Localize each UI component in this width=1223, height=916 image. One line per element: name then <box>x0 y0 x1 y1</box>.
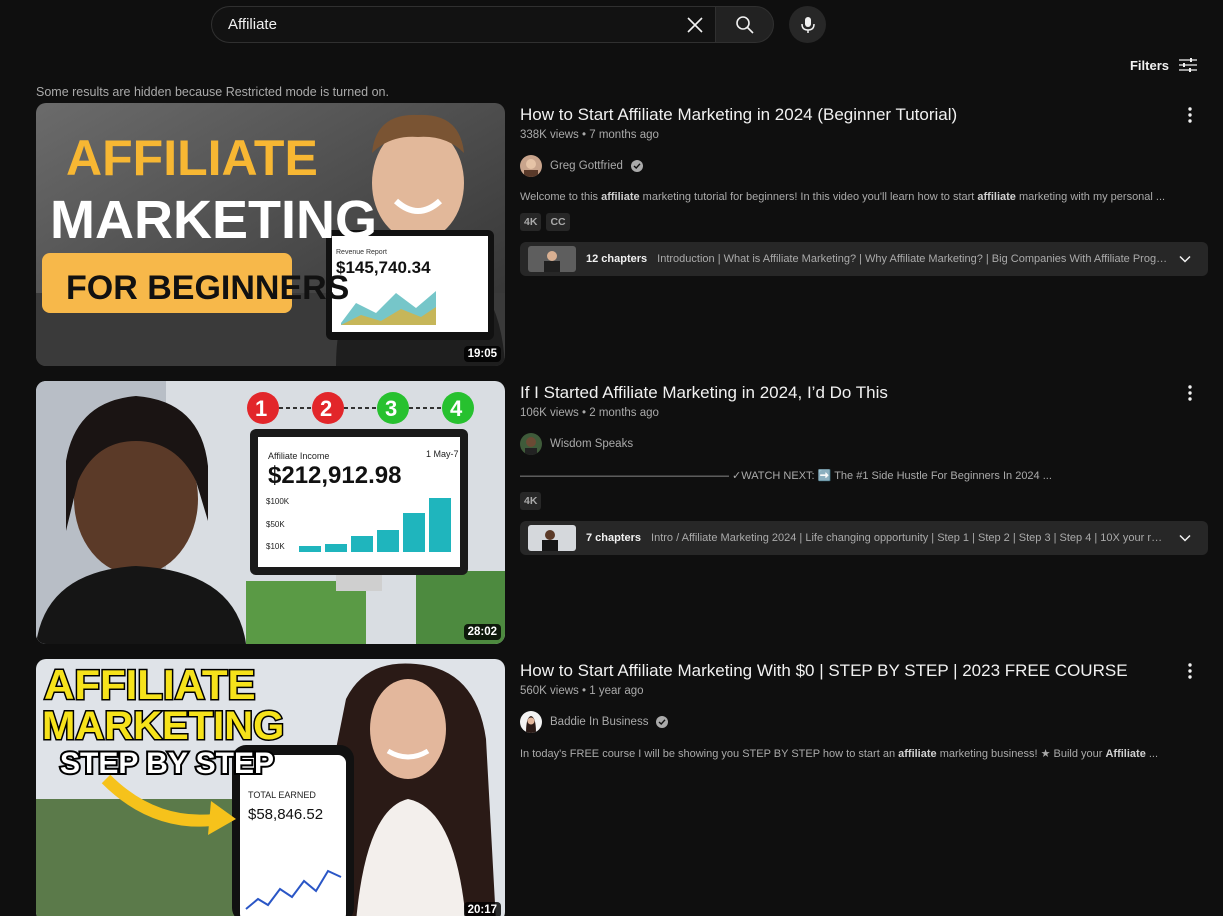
video-result[interactable]: Revenue Report $145,740.34 AFFILIATE MAR… <box>36 103 1208 367</box>
step-2: 2 <box>320 396 332 421</box>
thumb-line2: MARKETING <box>50 190 377 250</box>
search-box[interactable] <box>211 6 715 43</box>
video-description: Welcome to this affiliate marketing tuto… <box>520 191 1166 203</box>
thumb-line1: AFFILIATE <box>44 661 256 708</box>
thumb-line2: MARKETING <box>42 704 284 748</box>
step-4: 4 <box>450 396 463 421</box>
badge-cc: CC <box>546 213 570 231</box>
chapters-bar[interactable]: 7 chapters Intro / Affiliate Marketing 2… <box>520 521 1208 555</box>
phone-value: $58,846.52 <box>248 806 323 823</box>
search-button[interactable] <box>715 6 774 43</box>
verified-icon <box>630 160 643 172</box>
voice-search-button[interactable] <box>789 6 826 43</box>
channel-row[interactable]: Wisdom Speaks <box>520 433 1208 455</box>
axis-label: $50K <box>266 520 285 529</box>
video-thumbnail[interactable]: 1 2 3 4 Affiliate Income 1 May-7 $212,91… <box>36 381 505 644</box>
video-title[interactable]: How to Start Affiliate Marketing With $0… <box>520 659 1208 683</box>
video-result[interactable]: TOTAL EARNED $58,846.52 AFFILIATE MARKET… <box>36 659 1208 916</box>
search-icon <box>735 15 754 34</box>
thumb-line1: AFFILIATE <box>66 130 318 186</box>
more-vert-icon <box>1188 385 1192 401</box>
channel-row[interactable]: Baddie In Business <box>520 711 1208 733</box>
channel-name[interactable]: Wisdom Speaks <box>550 438 633 450</box>
badge-4k: 4K <box>520 492 542 510</box>
chapter-thumbnail <box>528 525 576 551</box>
clear-search-button[interactable] <box>681 11 709 39</box>
axis-label: $10K <box>266 542 285 551</box>
thumbnail-art: 1 2 3 4 Affiliate Income 1 May-7 $212,91… <box>36 381 505 644</box>
channel-avatar[interactable] <box>520 155 542 177</box>
video-info: How to Start Affiliate Marketing With $0… <box>520 659 1208 760</box>
channel-row[interactable]: Greg Gottfried <box>520 155 1208 177</box>
chapters-bar[interactable]: 12 chapters Introduction | What is Affil… <box>520 242 1208 276</box>
microphone-icon <box>800 16 815 33</box>
channel-name[interactable]: Greg Gottfried <box>550 160 623 172</box>
sliders-icon <box>1179 58 1197 72</box>
more-actions-button[interactable] <box>1178 659 1202 683</box>
video-description: In today's FREE course I will be showing… <box>520 748 1159 760</box>
upload-age: 7 months ago <box>589 129 659 141</box>
video-result[interactable]: 1 2 3 4 Affiliate Income 1 May-7 $212,91… <box>36 381 1208 645</box>
badge-4k: 4K <box>520 213 542 231</box>
axis-label: $100K <box>266 497 290 506</box>
more-actions-button[interactable] <box>1178 103 1202 127</box>
video-thumbnail[interactable]: Revenue Report $145,740.34 AFFILIATE MAR… <box>36 103 505 366</box>
video-title[interactable]: How to Start Affiliate Marketing in 2024… <box>520 103 1208 127</box>
report-value: $145,740.34 <box>336 258 431 277</box>
channel-name[interactable]: Baddie In Business <box>550 716 648 728</box>
step-3: 3 <box>385 396 397 421</box>
thumbnail-art: Revenue Report $145,740.34 AFFILIATE MAR… <box>36 103 505 366</box>
channel-avatar[interactable] <box>520 433 542 455</box>
video-thumbnail[interactable]: TOTAL EARNED $58,846.52 AFFILIATE MARKET… <box>36 659 505 916</box>
thumb-line3: FOR BEGINNERS <box>66 269 349 307</box>
report-label: Revenue Report <box>336 249 387 256</box>
video-duration: 19:05 <box>463 346 501 362</box>
search-bar <box>211 6 774 43</box>
video-duration: 28:02 <box>463 624 501 640</box>
search-input[interactable] <box>228 16 668 33</box>
chapters-text: Intro / Affiliate Marketing 2024 | Life … <box>651 532 1168 544</box>
chevron-down-icon[interactable] <box>1178 252 1192 266</box>
view-count: 106K views <box>520 407 579 419</box>
income-label: Affiliate Income <box>268 451 329 461</box>
chapter-thumbnail <box>528 246 576 272</box>
badges: 4K <box>520 492 1208 510</box>
upload-age: 1 year ago <box>589 685 644 697</box>
view-count: 560K views <box>520 685 579 697</box>
restricted-mode-notice: Some results are hidden because Restrict… <box>36 85 389 99</box>
channel-avatar[interactable] <box>520 711 542 733</box>
video-duration: 20:17 <box>463 902 501 916</box>
more-vert-icon <box>1188 107 1192 123</box>
filters-button[interactable]: Filters <box>1130 57 1197 73</box>
chevron-down-icon[interactable] <box>1178 531 1192 545</box>
income-date: 1 May-7 <box>426 449 459 459</box>
chapters-count: 12 chapters <box>586 253 648 265</box>
income-value: $212,912.98 <box>268 462 401 489</box>
video-info: How to Start Affiliate Marketing in 2024… <box>520 103 1208 276</box>
thumbnail-art: TOTAL EARNED $58,846.52 AFFILIATE MARKET… <box>36 659 505 916</box>
video-meta: 560K views • 1 year ago <box>520 685 644 697</box>
view-count: 338K views <box>520 129 579 141</box>
badges: 4K CC <box>520 213 1208 231</box>
chapters-count: 7 chapters <box>586 532 642 544</box>
video-meta: 106K views • 2 months ago <box>520 407 659 419</box>
more-vert-icon <box>1188 663 1192 679</box>
more-actions-button[interactable] <box>1178 381 1202 405</box>
thumb-line3: STEP BY STEP <box>60 747 274 780</box>
phone-label: TOTAL EARNED <box>248 790 316 800</box>
step-1: 1 <box>255 396 267 421</box>
filters-label: Filters <box>1129 57 1169 73</box>
video-meta: 338K views • 7 months ago <box>520 129 659 141</box>
chapters-text: Introduction | What is Affiliate Marketi… <box>657 253 1168 265</box>
upload-age: 2 months ago <box>589 407 659 419</box>
video-info: If I Started Affiliate Marketing in 2024… <box>520 381 1208 555</box>
video-title[interactable]: If I Started Affiliate Marketing in 2024… <box>520 381 1208 405</box>
close-icon <box>687 17 703 33</box>
video-description: ——————————————————— ✓WATCH NEXT: ➡️ The … <box>520 470 1052 482</box>
verified-icon <box>656 716 669 728</box>
